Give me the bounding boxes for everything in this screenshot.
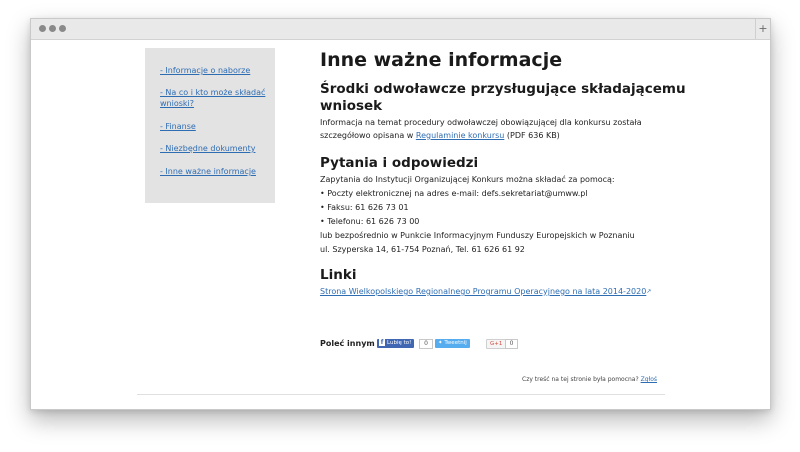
qa-heading: Pytania i odpowiedzi bbox=[320, 155, 479, 171]
footer-divider bbox=[137, 394, 665, 395]
helpful-question: Czy treść na tej stronie była pomocna? Z… bbox=[522, 376, 658, 383]
sidebar-item-finanse[interactable]: - Finanse bbox=[160, 121, 270, 132]
window-dot-icon[interactable] bbox=[59, 25, 66, 32]
sidebar-item-informacje-o-naborze[interactable]: - Informacje o naborze bbox=[160, 65, 270, 76]
sidebar-item-niezbedne-dokumenty[interactable]: - Niezbędne dokumenty bbox=[160, 143, 270, 154]
qa-email-line: • Poczty elektronicznej na adres e-mail:… bbox=[320, 189, 588, 198]
qa-address-line: ul. Szyperska 14, 61-754 Poznań, Tel. 61… bbox=[320, 245, 525, 254]
remedies-text-line: szczegółowo opisana w Regulaminie konkur… bbox=[320, 131, 560, 140]
tweet-button[interactable]: ✦ Tweetnij bbox=[435, 339, 470, 348]
share-label: Poleć innym bbox=[320, 339, 375, 348]
browser-window: + - Informacje o naborze - Na co i kto m… bbox=[30, 18, 771, 410]
links-line: Strona Wielkopolskiego Regionalnego Prog… bbox=[320, 285, 651, 298]
remedies-heading: Środki odwoławcze przysługujące składają… bbox=[320, 81, 686, 114]
google-plus-count: 0 bbox=[505, 339, 518, 349]
window-dot-icon[interactable] bbox=[39, 25, 46, 32]
qa-fax-line: • Faksu: 61 626 73 01 bbox=[320, 203, 409, 212]
window-dot-icon[interactable] bbox=[49, 25, 56, 32]
sidebar-item-kto-moze-skladac[interactable]: - Na co i kto może składać wnioski? bbox=[160, 87, 270, 109]
sidebar-nav: - Informacje o naborze - Na co i kto moż… bbox=[145, 48, 275, 203]
report-link[interactable]: Zgłoś bbox=[641, 376, 657, 383]
links-heading: Linki bbox=[320, 267, 357, 283]
remedies-text-line: Informacja na temat procedury odwoławcze… bbox=[320, 118, 642, 127]
page-title: Inne ważne informacje bbox=[320, 49, 563, 71]
wrpo-link[interactable]: Strona Wielkopolskiego Regionalnego Prog… bbox=[320, 287, 646, 296]
external-link-icon: ↗ bbox=[646, 288, 652, 295]
google-plus-button[interactable]: G+1 bbox=[486, 339, 507, 349]
qa-phone-line: • Telefonu: 61 626 73 00 bbox=[320, 217, 420, 226]
qa-text-line: lub bezpośrednio w Punkcie Informacyjnym… bbox=[320, 231, 635, 240]
window-titlebar: + bbox=[31, 19, 770, 40]
facebook-like-button[interactable]: f Lubię to! bbox=[377, 339, 415, 348]
facebook-icon: f bbox=[379, 339, 385, 346]
facebook-like-count: 0 bbox=[419, 339, 433, 349]
new-tab-icon[interactable]: + bbox=[755, 19, 770, 39]
regulamin-link[interactable]: Regulaminie konkursu bbox=[416, 131, 504, 140]
sidebar-item-inne-wazne-informacje[interactable]: - Inne ważne informacje bbox=[160, 166, 270, 177]
qa-text-line: Zapytania do Instytucji Organizującej Ko… bbox=[320, 175, 615, 184]
